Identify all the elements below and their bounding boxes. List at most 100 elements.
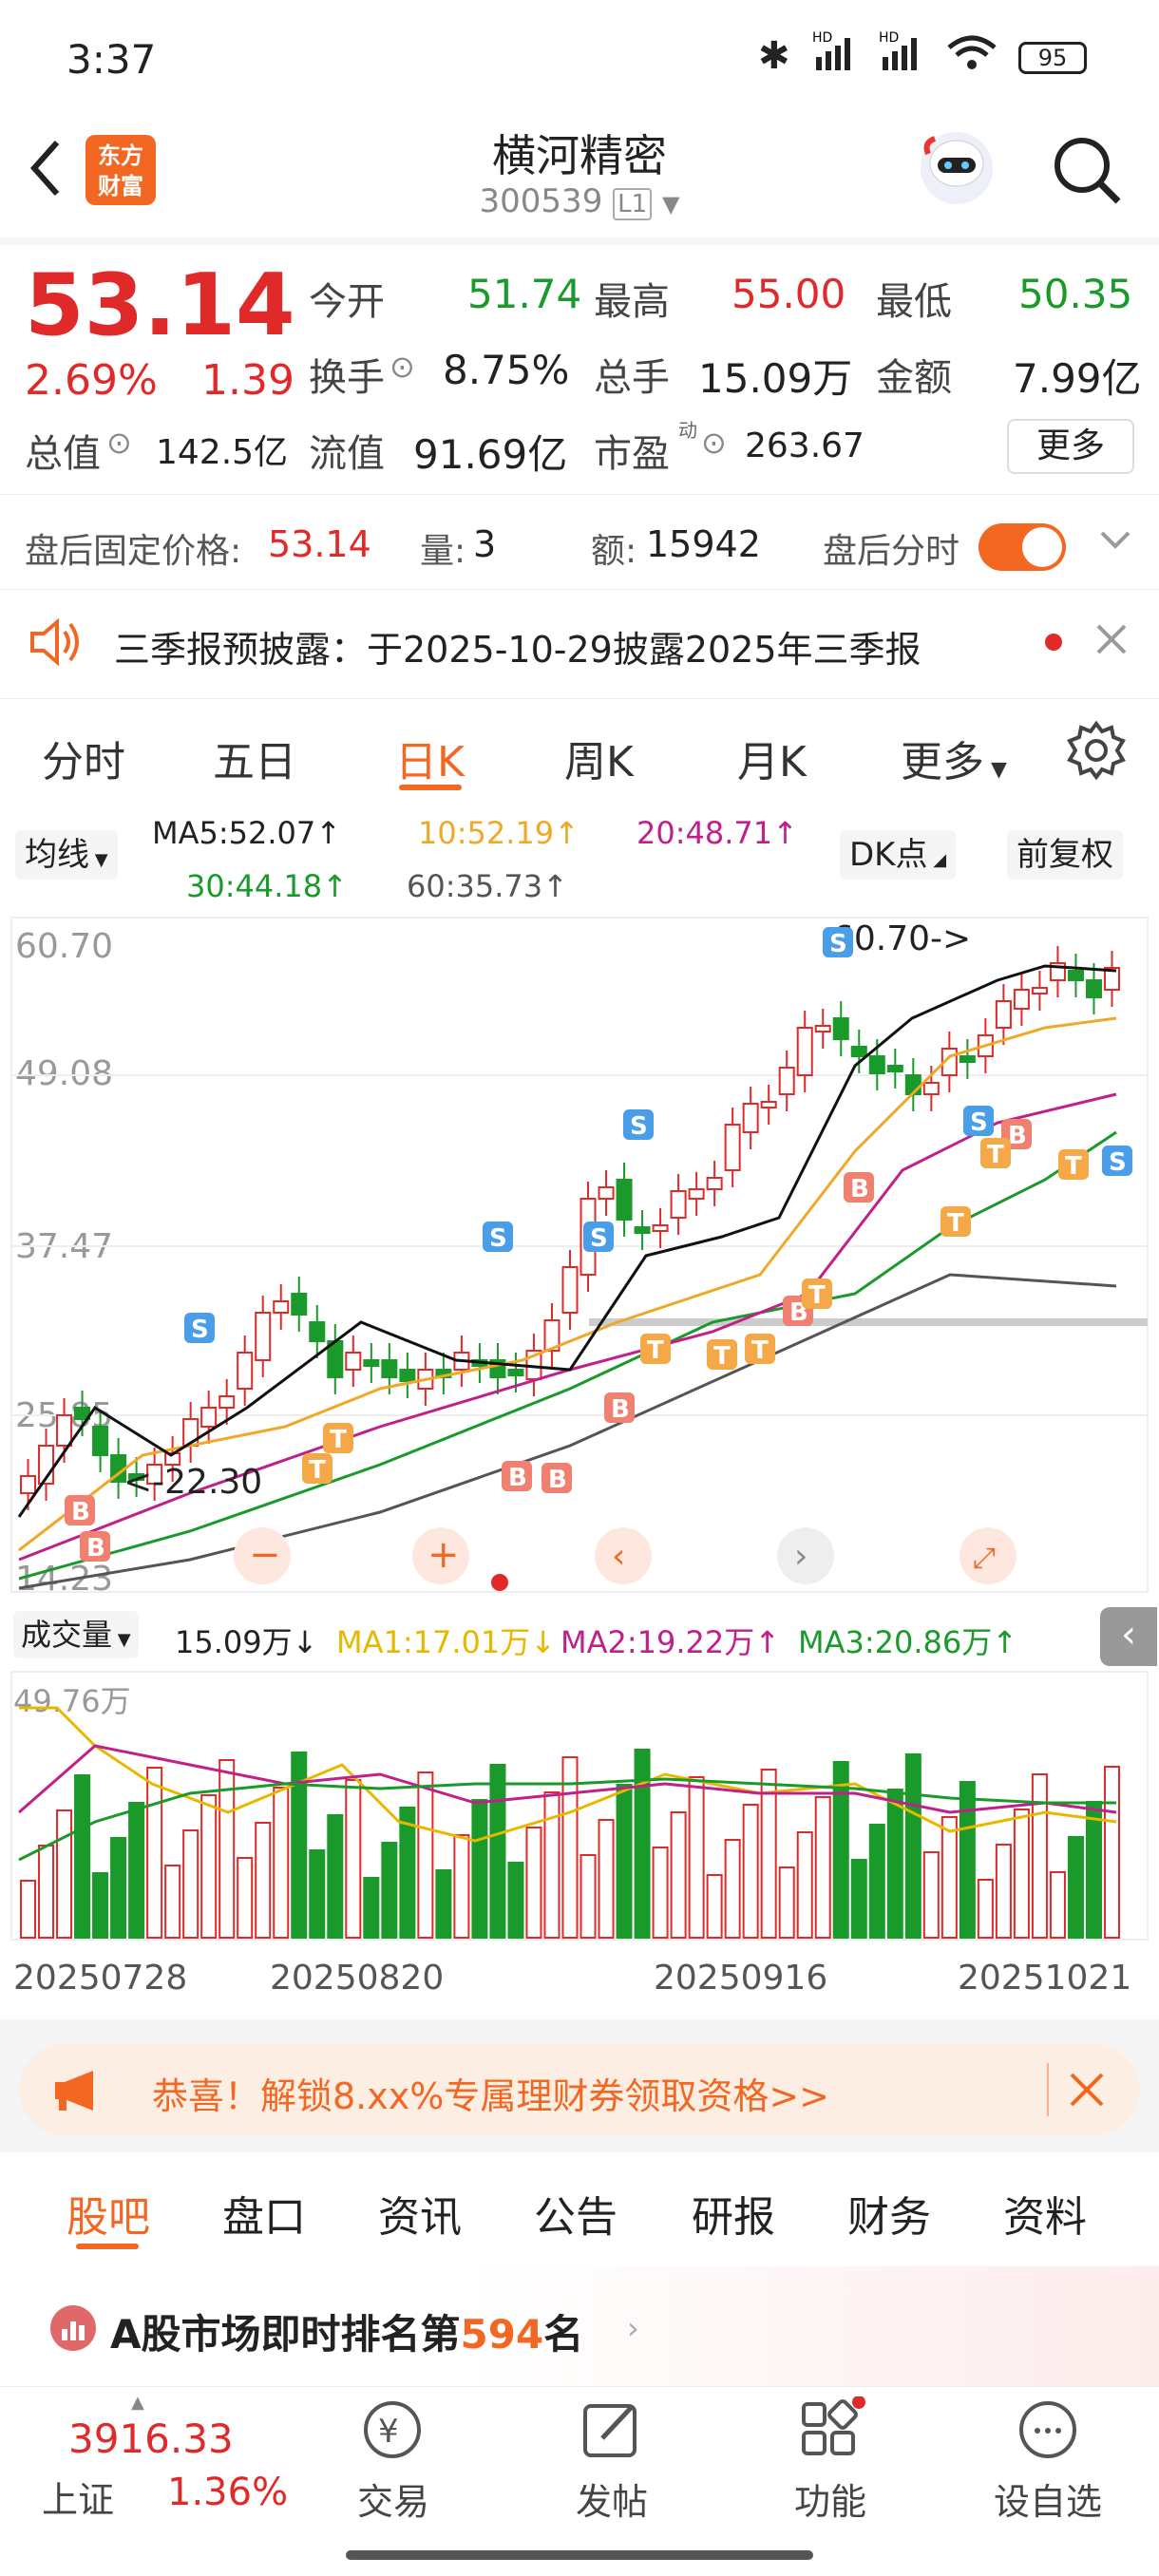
volume-bar [724, 1839, 741, 1939]
volume-bar [616, 1784, 633, 1939]
volume-label: 总手 [594, 356, 670, 400]
volume-bar [525, 1827, 542, 1939]
content-tabs: 股吧 盘口 资讯 公告 研报 财务 资料 [0, 2152, 1159, 2264]
signal-badge-label: S [489, 1224, 507, 1253]
svg-text:HD: HD [879, 30, 899, 46]
adjust-selector[interactable]: 前复权 [1007, 830, 1123, 880]
signal-badge-label: T [713, 1342, 731, 1371]
apps-icon[interactable] [798, 2396, 870, 2467]
index-value[interactable]: 3916.33 [68, 2415, 234, 2462]
watch-label[interactable]: 设自选 [994, 2472, 1102, 2525]
trade-label[interactable]: 交易 [357, 2472, 429, 2525]
volume-bar [255, 1822, 272, 1939]
pe-label: 市盈 [594, 432, 670, 476]
volume-bar [778, 1866, 795, 1939]
volume-bar [471, 1799, 488, 1939]
tab-more[interactable]: 更多 ▼ [901, 728, 1007, 788]
signal-badge-label: B [71, 1498, 90, 1526]
chevron-right-icon: › [627, 2310, 639, 2346]
candle [995, 1000, 1012, 1029]
date-label: 20250820 [270, 1959, 445, 1998]
post-label[interactable]: 发帖 [576, 2472, 648, 2525]
chevron-down-icon[interactable] [1098, 523, 1132, 561]
plus-icon: + [428, 1533, 460, 1577]
red-dot [491, 1574, 508, 1591]
signal-badge-label: S [970, 1108, 988, 1137]
more-button[interactable]: 更多 [1007, 419, 1134, 474]
watchlist-icon[interactable] [1015, 2396, 1081, 2467]
candle [309, 1321, 326, 1342]
signal-icon: HD [812, 28, 869, 85]
tab-forum[interactable]: 股吧 [66, 2183, 150, 2244]
candle [1067, 970, 1084, 981]
tab-research[interactable]: 研报 [692, 2183, 775, 2244]
signal-badge-label: T [309, 1456, 326, 1485]
dk-selector[interactable]: DK点 ◢ [840, 830, 957, 880]
tab-news[interactable]: 资讯 [378, 2183, 462, 2244]
tab-daily-k[interactable]: 日K [395, 728, 465, 788]
candle [616, 1179, 633, 1221]
promo-text: 恭喜！解锁8.xx%专属理财券领取资格>> [152, 2075, 830, 2117]
kline-chart[interactable]: 60.70 49.08 37.47 25.85 14.23 <-22.30 60… [0, 914, 1159, 1598]
tab-indicator [76, 2244, 139, 2249]
candle [706, 1177, 723, 1190]
candle [1013, 989, 1030, 1010]
candle [200, 1407, 218, 1428]
info-icon[interactable]: ⊙ [701, 425, 727, 461]
gear-icon[interactable] [1066, 720, 1127, 785]
rank-banner[interactable]: A股市场即时排名第594名 › [0, 2266, 1159, 2386]
date-label: 20251021 [958, 1959, 1132, 1998]
volume-chart[interactable]: 49.76万 [0, 1670, 1159, 1955]
tab-orderbook[interactable]: 盘口 [222, 2183, 306, 2244]
signal-badge-label: B [611, 1395, 630, 1424]
close-icon[interactable] [1092, 620, 1130, 662]
candle [868, 1055, 885, 1074]
promo-banner[interactable]: 恭喜！解锁8.xx%专属理财券领取资格>> [19, 2044, 1140, 2135]
signal-badge-label: T [647, 1336, 664, 1365]
signal-badge-label: S [590, 1224, 608, 1253]
tab-financials[interactable]: 财务 [847, 2183, 931, 2244]
signal-badge-label: S [829, 930, 847, 958]
tab-5day[interactable]: 五日 [213, 728, 296, 788]
volume-legend: 成交量 ▼ 15.09万↓ MA1:17.01万↓ MA2:19.22万↑ MA… [0, 1603, 1159, 1670]
volume-bar [56, 1809, 73, 1939]
volume-bar [904, 1753, 922, 1939]
date-axis: 20250728 20250820 20250916 20251021 [0, 1949, 1159, 2016]
ma-selector[interactable]: 均线 ▼ [15, 830, 118, 880]
notice-bar[interactable]: 三季报预披露：于2025-10-29披露2025年三季报 [0, 589, 1159, 693]
tab-monthly-k[interactable]: 月K [737, 728, 807, 788]
volume-selector[interactable]: 成交量 ▼ [13, 1611, 139, 1658]
post-icon[interactable] [580, 2396, 646, 2467]
tab-timeshare[interactable]: 分时 [42, 728, 125, 788]
vol-y-label: 49.76万 [13, 1683, 131, 1719]
high-value: 55.00 [732, 271, 846, 317]
func-label[interactable]: 功能 [794, 2472, 866, 2525]
tab-profile[interactable]: 资料 [1003, 2183, 1087, 2244]
volume-bar [922, 1851, 940, 1939]
volume-bar [128, 1802, 145, 1939]
info-icon[interactable]: ⊙ [106, 425, 132, 461]
candle [291, 1293, 308, 1316]
volume-bar [363, 1877, 380, 1939]
info-icon[interactable]: ⊙ [390, 349, 415, 385]
status-bar: 3:37 ✱ HD HD 95 [0, 0, 1159, 114]
robot-assistant-icon[interactable] [914, 125, 999, 215]
close-icon[interactable] [1066, 2069, 1108, 2114]
tab-announcements[interactable]: 公告 [534, 2183, 618, 2244]
trade-icon[interactable]: ¥ [359, 2396, 426, 2467]
turnover-value: 8.75% [443, 347, 570, 393]
volume-value: 15.09万 [698, 355, 853, 402]
volume-bar [507, 1862, 524, 1939]
tab-weekly-k[interactable]: 周K [564, 728, 634, 788]
signal-badge-label: S [191, 1316, 209, 1344]
candle [922, 1082, 940, 1095]
volume-bar [652, 1847, 669, 1939]
volume-bar [92, 1872, 109, 1939]
volume-bar [164, 1865, 181, 1939]
stock-code: 300539 [479, 182, 603, 220]
ah-toggle[interactable] [978, 523, 1066, 571]
collapse-panel-button[interactable]: ‹ [1100, 1607, 1157, 1666]
candle [56, 1414, 73, 1447]
search-icon[interactable] [1050, 133, 1126, 213]
volume-bar [1031, 1773, 1048, 1939]
